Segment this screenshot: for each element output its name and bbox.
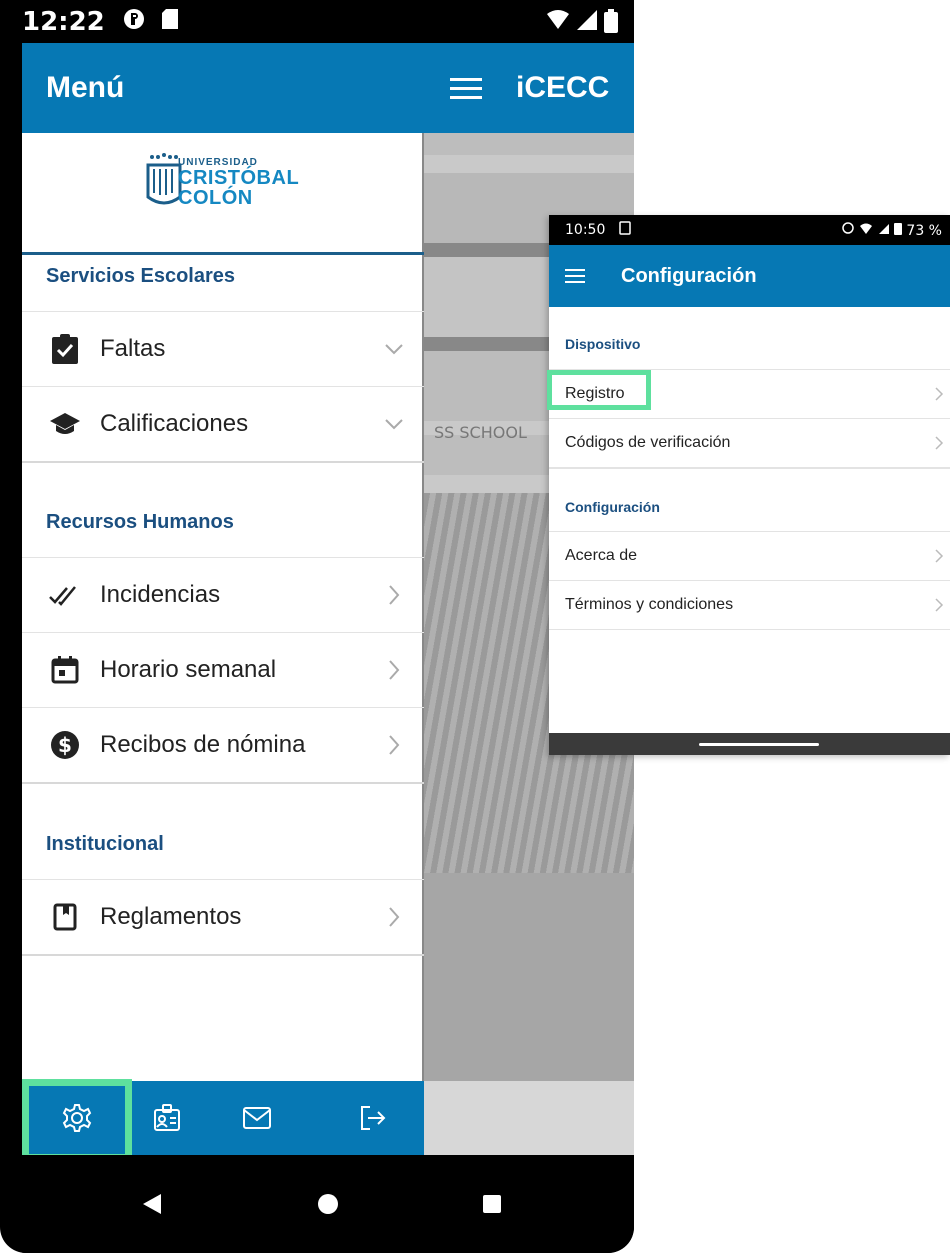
menu-item-incidencias[interactable]: Incidencias	[22, 558, 424, 632]
status-time: 10:50	[565, 222, 606, 238]
chevron-right-icon	[935, 598, 944, 612]
settings-item-label: Acerca de	[565, 547, 638, 564]
home-gesture-pill[interactable]	[699, 743, 819, 746]
sd-card-icon	[161, 7, 179, 37]
menu-item-recibos[interactable]: $ Recibos de nómina	[22, 708, 424, 782]
recents-button[interactable]	[452, 1155, 532, 1253]
background-app-bar: iCECC	[424, 43, 634, 133]
tab-id-card[interactable]	[127, 1081, 207, 1155]
wifi-icon	[860, 223, 873, 234]
app-title: iCECC	[516, 71, 610, 104]
chevron-right-icon	[935, 387, 944, 401]
tab-logout[interactable]	[333, 1081, 413, 1155]
graduation-cap-icon	[48, 407, 82, 441]
status-time: 12:22	[22, 6, 105, 37]
clipboard-check-icon	[48, 332, 82, 366]
signal-icon	[878, 224, 889, 234]
settings-item-codigos[interactable]: Códigos de verificación	[549, 419, 950, 467]
chevron-right-icon	[389, 735, 400, 755]
chevron-right-icon	[935, 549, 944, 563]
svg-text:$: $	[58, 733, 72, 757]
drawer-header: Menú	[22, 43, 424, 133]
drawer-title: Menú	[46, 71, 125, 104]
menu-item-calificaciones[interactable]: Calificaciones	[22, 387, 424, 461]
status-right: 73 %	[841, 221, 942, 239]
menu-item-label: Recibos de nómina	[100, 731, 306, 758]
background-app-footer	[424, 1081, 634, 1155]
menu-item-reglamentos[interactable]: Reglamentos	[22, 880, 424, 954]
menu-item-label: Calificaciones	[100, 410, 249, 437]
chevron-right-icon	[389, 660, 400, 680]
phone-screen-main: 12:22 iCECC SS SCHOOL Menú UNIVERSIDAD C…	[0, 0, 634, 1253]
menu-item-label: Incidencias	[100, 581, 221, 608]
alarm-icon	[841, 222, 854, 234]
navigation-drawer: Menú UNIVERSIDAD CRISTÓBAL COLÓN Servici…	[22, 43, 424, 1155]
id-card-icon	[154, 1104, 180, 1131]
section-title-institucional: Institucional	[46, 833, 164, 855]
menu-item-horario[interactable]: Horario semanal	[22, 633, 424, 707]
back-triangle-icon	[143, 1194, 161, 1214]
signal-icon	[577, 10, 597, 30]
recents-square-icon	[483, 1195, 501, 1213]
chevron-down-icon	[385, 344, 403, 355]
chevron-right-icon	[389, 585, 400, 605]
settings-item-label: Códigos de verificación	[565, 434, 731, 451]
menu-item-label: Horario semanal	[100, 656, 277, 683]
book-icon	[48, 900, 82, 934]
menu-item-label: Reglamentos	[100, 903, 242, 930]
registro-highlight-box	[547, 370, 651, 410]
battery-icon	[604, 9, 618, 33]
mail-icon	[243, 1107, 271, 1129]
section-title-recursos: Recursos Humanos	[46, 511, 234, 533]
system-navigation-bar	[22, 1155, 634, 1253]
double-check-icon	[48, 578, 82, 612]
settings-title: Configuración	[621, 264, 757, 287]
hamburger-menu-icon[interactable]	[446, 74, 486, 102]
menu-item-faltas[interactable]: Faltas	[22, 312, 424, 386]
settings-highlight-box	[22, 1079, 132, 1161]
university-logo: UNIVERSIDAD CRISTÓBAL COLÓN	[22, 133, 424, 255]
settings-item-terminos[interactable]: Términos y condiciones	[549, 581, 950, 629]
settings-item-label: Términos y condiciones	[565, 596, 734, 613]
home-circle-icon	[318, 1194, 338, 1214]
menu-item-label: Faltas	[100, 335, 166, 362]
logo-line-3: COLÓN	[178, 187, 253, 209]
logout-icon	[361, 1106, 386, 1130]
back-button[interactable]	[112, 1155, 192, 1253]
calendar-icon	[48, 653, 82, 687]
settings-item-acerca[interactable]: Acerca de	[549, 532, 950, 580]
home-button[interactable]	[288, 1155, 368, 1253]
status-bar: 12:22	[0, 0, 634, 43]
settings-screen: 10:50 73 % Configuración Dispositivo Reg…	[549, 215, 950, 755]
battery-level: 73 %	[906, 223, 942, 239]
battery-icon	[893, 223, 902, 235]
screenshot-icon	[619, 221, 632, 239]
section-title-servicios: Servicios Escolares	[46, 265, 236, 287]
notification-icon	[123, 7, 145, 37]
section-title-configuracion: Configuración	[565, 499, 660, 515]
status-bar: 10:50 73 %	[549, 215, 950, 245]
settings-app-bar: Configuración	[549, 245, 950, 307]
dollar-icon: $	[48, 728, 82, 762]
wifi-icon	[547, 10, 569, 29]
gesture-navigation-bar	[549, 733, 950, 755]
tab-messages[interactable]	[217, 1081, 297, 1155]
chevron-right-icon	[935, 436, 944, 450]
section-title-dispositivo: Dispositivo	[565, 336, 641, 352]
chevron-right-icon	[389, 907, 400, 927]
chevron-down-icon	[385, 419, 403, 430]
hamburger-menu-icon[interactable]	[565, 267, 587, 285]
building-sign: SS SCHOOL	[434, 423, 527, 442]
